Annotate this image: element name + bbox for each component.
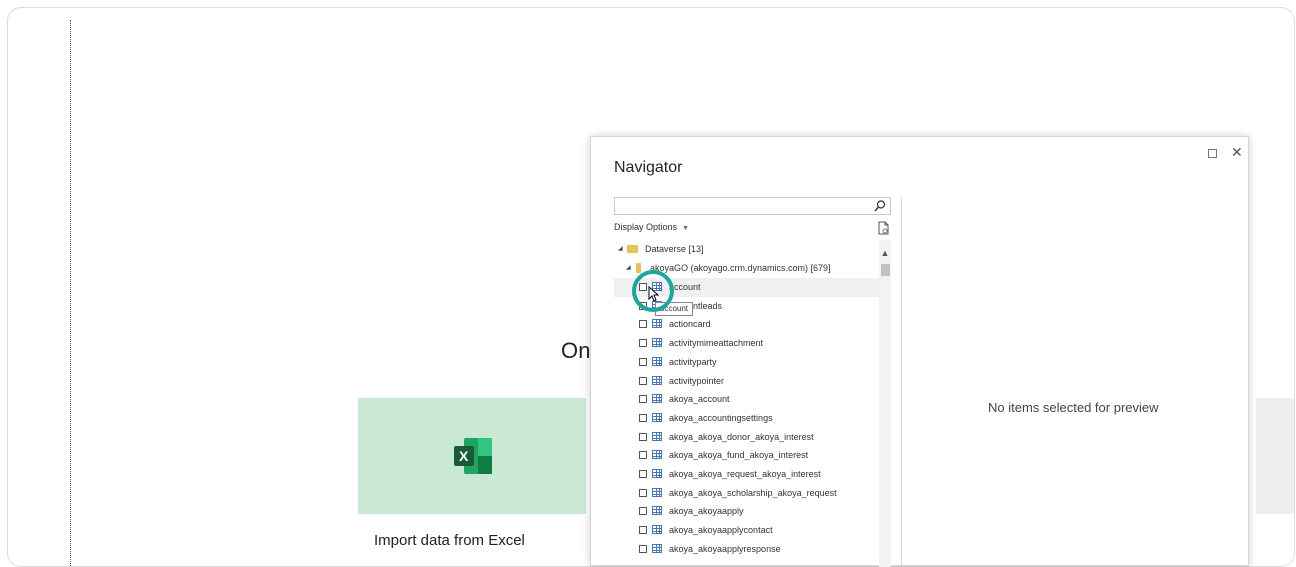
table-icon <box>652 375 662 385</box>
table-row[interactable]: akoya_akoya_scholarship_akoya_request <box>614 484 880 503</box>
table-label: akoya_akoya_request_akoya_interest <box>669 469 821 479</box>
table-icon <box>652 394 662 404</box>
tree-node-label: Dataverse [13] <box>645 244 704 254</box>
import-excel-card[interactable]: X Import data from Excel <box>358 398 586 566</box>
table-icon <box>652 506 662 516</box>
display-options-label: Display Options <box>614 222 678 232</box>
table-checkbox[interactable] <box>639 395 647 404</box>
table-label: activityparty <box>669 356 717 367</box>
table-icon <box>652 469 662 478</box>
table-checkbox[interactable] <box>639 488 647 497</box>
table-checkbox[interactable] <box>639 413 647 422</box>
folder-icon <box>636 263 641 273</box>
table-label: activitymimeattachment <box>669 338 764 349</box>
table-label: actioncard <box>669 319 711 330</box>
table-icon <box>652 412 662 422</box>
table-checkbox[interactable] <box>639 357 647 366</box>
table-checkbox[interactable] <box>639 544 647 553</box>
preview-message: No items selected for preview <box>988 400 1159 415</box>
excel-icon: X <box>454 438 492 474</box>
partial-card[interactable] <box>1256 398 1294 514</box>
excel-card-title: Import data from Excel <box>374 532 525 549</box>
scroll-up-icon[interactable]: ▲ <box>879 248 891 258</box>
table-row[interactable]: akoya_account <box>614 390 880 409</box>
table-label: akoya_akoyaapply <box>669 506 744 517</box>
table-checkbox[interactable] <box>639 507 647 516</box>
table-label: akoya_akoyaapplyresponse <box>669 543 781 554</box>
maximize-button[interactable] <box>1208 149 1217 158</box>
table-icon <box>652 525 662 535</box>
svg-text:X: X <box>459 448 469 464</box>
table-row[interactable]: actioncard <box>614 315 880 334</box>
tree-node-dataverse[interactable]: ◢ Dataverse [13] <box>614 240 880 259</box>
table-row[interactable]: activityparty <box>614 353 880 372</box>
table-row[interactable]: akoya_akoyaapplycontact <box>614 521 880 540</box>
mouse-cursor-icon <box>648 286 660 302</box>
table-checkbox[interactable] <box>639 451 647 460</box>
table-checkbox[interactable] <box>639 432 647 441</box>
navigator-dialog: Navigator ✕ Display Options ▼ ◢ Dataverse… <box>590 136 1249 567</box>
table-icon <box>652 356 662 366</box>
tree-scrollbar[interactable]: ▲ <box>879 240 891 567</box>
table-checkbox[interactable] <box>639 526 647 535</box>
close-button[interactable]: ✕ <box>1231 145 1243 159</box>
table-label: akoya_akoya_fund_akoya_interest <box>669 450 809 461</box>
dialog-title: Navigator <box>614 159 683 176</box>
table-label: activitypointer <box>669 375 725 386</box>
tree-node-label: akoyaGO (akoyago.crm.dynamics.com) [679] <box>650 263 831 273</box>
search-input[interactable] <box>614 197 891 215</box>
table-row[interactable]: activitymimeattachment <box>614 334 880 353</box>
expand-arrow-icon[interactable]: ◢ <box>618 240 623 259</box>
display-options-dropdown[interactable]: Display Options ▼ <box>614 222 689 232</box>
chevron-down-icon: ▼ <box>682 225 689 232</box>
search-icon[interactable] <box>873 199 887 213</box>
refresh-page-icon[interactable] <box>878 221 889 235</box>
table-row[interactable]: akoya_akoyaapply <box>614 502 880 521</box>
excel-card-banner: X <box>358 398 586 514</box>
table-checkbox[interactable] <box>639 470 647 478</box>
table-row[interactable]: akoya_akoya_request_akoya_interest <box>614 465 880 484</box>
table-label: akoya_accountingsettings <box>669 412 773 423</box>
table-icon <box>652 319 662 329</box>
table-checkbox[interactable] <box>639 339 647 348</box>
table-row[interactable]: akoya_akoyaapplyresponse <box>614 540 880 559</box>
table-checkbox[interactable] <box>639 320 647 329</box>
table-icon <box>652 431 662 441</box>
table-row[interactable]: akoya_accountingsettings <box>614 409 880 428</box>
scroll-thumb[interactable] <box>881 264 890 276</box>
table-checkbox[interactable] <box>639 376 647 385</box>
table-icon <box>652 543 662 553</box>
table-label: akoya_akoya_scholarship_akoya_request <box>669 487 837 498</box>
table-icon <box>652 450 662 460</box>
table-label: akoya_akoyaapplycontact <box>669 525 773 536</box>
divider-line <box>70 20 71 566</box>
table-row[interactable]: akoya_akoya_donor_akoya_interest <box>614 428 880 447</box>
folder-icon <box>627 245 638 253</box>
table-icon <box>652 338 662 348</box>
expand-arrow-icon[interactable]: ◢ <box>626 259 631 278</box>
table-label: akoya_akoya_donor_akoya_interest <box>669 431 814 442</box>
background-heading: On <box>561 338 591 363</box>
table-icon <box>652 487 662 497</box>
table-row[interactable]: activitypointer <box>614 372 880 391</box>
table-row[interactable]: akoya_akoya_fund_akoya_interest <box>614 446 880 465</box>
table-label: akoya_account <box>669 394 730 405</box>
pane-divider <box>901 197 902 567</box>
